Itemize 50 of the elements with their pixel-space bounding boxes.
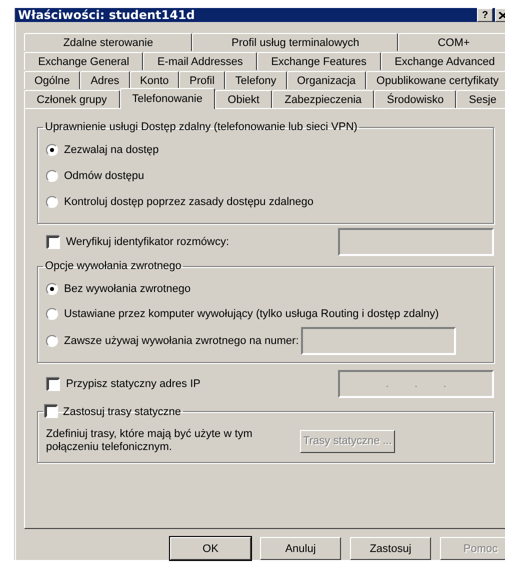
radio-button[interactable] [46,308,58,320]
tab[interactable]: Exchange Features [257,52,381,70]
tab[interactable]: Konto [130,71,180,89]
radio-button[interactable] [46,170,58,182]
radio-button[interactable] [46,335,58,347]
dialog-button[interactable]: OK [170,537,251,560]
group-title: Uprawnienie usługi Dostęp zdalny (telefonowanie lub sieci VPN) [45,121,358,133]
tab[interactable]: Profil usług terminalowych [192,33,398,51]
radio-label[interactable]: Zezwalaj na dostęp [64,144,159,156]
tab[interactable]: Telefonowanie [120,88,216,109]
checkbox[interactable] [45,405,58,418]
ip-separator: . [414,378,418,390]
radio-label[interactable]: Odmów dostępu [64,170,144,182]
close-icon [499,12,505,18]
radio-button[interactable] [46,196,58,208]
tab[interactable]: Exchange General [24,52,144,70]
description-text: Zdefiniuj trasy, które mają być użyte w tym połączeniu telefonicznym. [46,428,254,454]
tab[interactable]: Telefony [224,71,287,89]
radio-button[interactable] [46,144,58,156]
window-title: Właściwości: student141d [18,8,195,22]
tab[interactable]: Ogólne [24,71,80,89]
tab[interactable]: Exchange Advanced [380,52,505,70]
checkbox-label[interactable]: Zastosuj trasy statyczne [63,406,181,418]
radio-button[interactable] [46,282,58,294]
tab[interactable]: Zdalne sterowanie [24,33,192,51]
tab[interactable]: Sesje [456,90,505,108]
tab[interactable]: Członek grupy [24,90,120,108]
tab[interactable]: Opublikowane certyfikaty [366,71,505,89]
tab[interactable]: Obiekt [215,90,272,108]
radio-label[interactable]: Bez wywołania zwrotnego [64,282,191,294]
tab[interactable]: Środowisko [374,90,456,108]
radio-label[interactable]: Kontroluj dostęp poprzez zasady dostępu zdalnego [64,196,314,208]
tab[interactable]: COM+ [398,33,505,51]
checkbox-label[interactable]: Przypisz statyczny adres IP [66,378,200,390]
tab[interactable]: E-mail Addresses [143,52,257,70]
checkbox-label[interactable]: Weryfikuj identyfikator rozmówcy: [66,236,230,248]
tab[interactable]: Adres [80,71,130,89]
ip-separator: . [443,378,446,390]
radio-label[interactable]: Zawsze używaj wywołania zwrotnego na numer: [64,335,299,347]
dialog-button[interactable]: Zastosuj [350,537,431,560]
dialog-button[interactable]: Anuluj [260,537,341,560]
ip-separator: . [386,378,389,390]
radio-label[interactable]: Ustawiane przez komputer wywołujący (tylko usługa Routing i dostęp zdalny) [64,308,439,320]
tab[interactable]: Zabezpieczenia [272,90,374,108]
checkbox[interactable] [47,236,60,248]
checkbox[interactable] [47,378,60,390]
help-button[interactable]: ? [477,8,493,22]
tab[interactable]: Organizacja [286,71,366,89]
group-title: Opcje wywołania zwrotnego [45,260,182,272]
tab[interactable]: Profil [179,71,225,89]
